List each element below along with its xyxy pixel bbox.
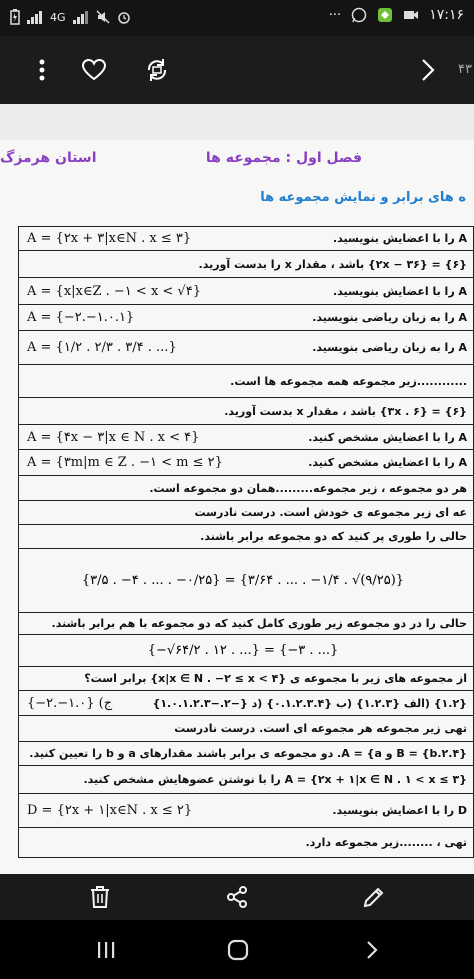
home-button[interactable] bbox=[218, 932, 258, 968]
status-bar: 4G ··· ۱۷:۱۶ bbox=[0, 0, 474, 36]
back-chevron-icon bbox=[367, 941, 378, 959]
status-left-icons: 4G bbox=[10, 9, 131, 25]
rotate-button[interactable] bbox=[139, 52, 175, 88]
chevron-right-icon bbox=[422, 59, 435, 81]
next-image-button[interactable] bbox=[410, 52, 446, 88]
trash-icon bbox=[91, 886, 109, 908]
table-row: A را با اعضایش مشخص کنید. A = {۴x − ۳|x ∈… bbox=[18, 425, 474, 450]
more-vert-icon bbox=[39, 59, 45, 81]
home-icon bbox=[227, 939, 249, 961]
system-navigation-bar bbox=[0, 920, 474, 979]
viewer-toolbar: ۴۳ bbox=[0, 36, 474, 104]
table-row: A را به زبان ریاضی بنویسید. A = {−۲.−۱.۰.… bbox=[18, 305, 474, 331]
table-row: A را به زبان ریاضی بنویسید. A = {۱/۲ . ۲/… bbox=[18, 331, 474, 365]
table-row: {۶} = {۲x − ۳۶} باشد ، مقدار x را بدست آ… bbox=[18, 251, 474, 278]
mute-icon bbox=[96, 10, 110, 24]
alarm-icon bbox=[117, 12, 130, 24]
status-right-icons: ··· ۱۷:۱۶ bbox=[329, 7, 464, 23]
edit-button[interactable] bbox=[357, 880, 391, 914]
table-row: {۶} = {۳x . ۶} باشد ، مقدار x بدست آورید… bbox=[18, 398, 474, 425]
chapter-title: فصل اول : مجموعه ها bbox=[205, 150, 362, 166]
app-icon bbox=[378, 8, 393, 22]
table-row: ............زیر مجموعه همه مجموعه ها است… bbox=[18, 365, 474, 398]
more-options-button[interactable] bbox=[24, 52, 60, 88]
table-row: عه ای زیر مجموعه ی خودش است. درست نادرست bbox=[18, 501, 474, 525]
recent-apps-icon bbox=[98, 942, 115, 958]
rotate-icon bbox=[147, 59, 167, 81]
signal-icon-2 bbox=[72, 11, 88, 24]
table-row: D را با اعضایش بنویسید. D = {۲x + ۱|x∈N .… bbox=[18, 794, 474, 828]
share-icon bbox=[227, 886, 247, 908]
section-title: ه های برابر و نمایش مجموعه ها bbox=[260, 190, 466, 205]
table-row: {۱.۲} (الف {۱.۲.۳} (ب {۰.۱.۲.۳.۴} (د {−۲… bbox=[18, 691, 474, 716]
video-icon bbox=[404, 11, 419, 19]
table-row: تهی ، ........زیر مجموعه دارد. bbox=[18, 828, 474, 858]
delete-button[interactable] bbox=[83, 880, 117, 914]
page-indicator: ۴۳ bbox=[458, 62, 472, 77]
table-row: حالی را در دو مجموعه زیر طوری کامل کنید … bbox=[18, 613, 474, 635]
table-row: A = {۲x + ۱|x ∈ N . ۱ < x ≤ ۳} را با نوش… bbox=[18, 766, 474, 794]
favorite-button[interactable] bbox=[76, 52, 112, 88]
table-row: A را با اعضایش مشخص کنید. A = {۳m|m ∈ Z .… bbox=[18, 450, 474, 476]
table-row: {۳/۵ . −۴ . ... . −۰/۲۵} = {۳/۶۴ . ... .… bbox=[18, 549, 474, 613]
clock: ۱۷:۱۶ bbox=[429, 7, 464, 23]
table-row: حالی را طوری پر کنید که دو مجموعه برابر … bbox=[18, 525, 474, 549]
network-label: 4G bbox=[50, 10, 66, 24]
table-row: A را با اعضایش بنویسید. A = {x|x∈Z . −۱ <… bbox=[18, 278, 474, 305]
share-button[interactable] bbox=[220, 880, 254, 914]
table-row: تهی زیر مجموعه هر مجموعه ای است. درست نا… bbox=[18, 716, 474, 742]
pencil-icon bbox=[363, 887, 384, 908]
heart-icon bbox=[82, 59, 106, 81]
signal-icon bbox=[27, 11, 42, 24]
table-row: از مجموعه های زیر با مجموعه ی {x|x ∈ N .… bbox=[18, 667, 474, 691]
table-row: A را با اعضایش بنویسید. A = {۲x + ۳|x∈N .… bbox=[18, 226, 474, 251]
back-button[interactable] bbox=[352, 932, 392, 968]
battery-charging-icon bbox=[10, 9, 20, 25]
document-image: فصل اول : مجموعه ها استان هرمزگ ه های بر… bbox=[0, 104, 474, 874]
exercise-table: A را با اعضایش بنویسید. A = {۲x + ۳|x∈N .… bbox=[18, 226, 474, 858]
province-label: استان هرمزگ bbox=[0, 150, 97, 166]
table-row: B = {b.۲.۴} و A = {a. دو مجموعه ی برابر … bbox=[18, 742, 474, 766]
whatsapp-icon bbox=[351, 7, 367, 23]
more-notifications: ··· bbox=[328, 7, 342, 23]
recent-apps-button[interactable] bbox=[86, 932, 126, 968]
table-row: {−√۶۴/۲ . ۱۲ . ...} = {−۳ . ...} bbox=[18, 635, 474, 667]
table-row: هر دو مجموعه ، زیر مجموعه.........همان د… bbox=[18, 476, 474, 501]
image-action-bar bbox=[0, 874, 474, 920]
page-top-strip bbox=[0, 104, 474, 140]
